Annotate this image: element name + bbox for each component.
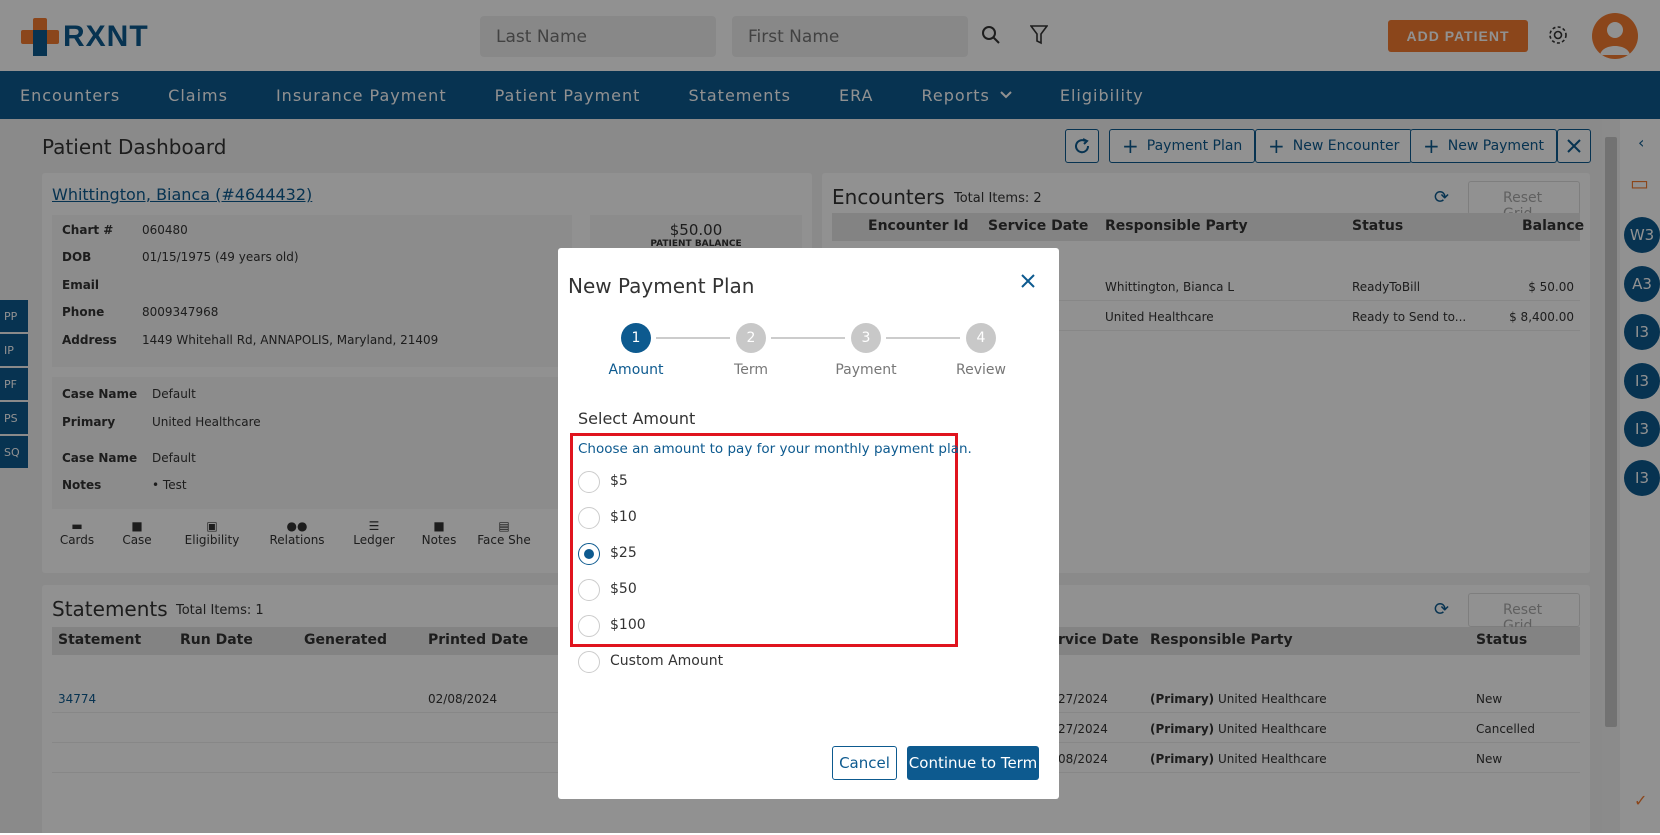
cancel-button[interactable]: Cancel (832, 746, 897, 780)
option-label: $25 (610, 545, 637, 561)
option-label: $100 (610, 617, 646, 633)
step-term: 2 Term (711, 323, 791, 378)
option-label: $50 (610, 581, 637, 597)
radio-50[interactable] (578, 579, 600, 601)
option-label: $5 (610, 473, 628, 489)
radio-5[interactable] (578, 471, 600, 493)
close-icon[interactable] (1020, 273, 1040, 293)
continue-to-term-button[interactable]: Continue to Term (907, 746, 1039, 780)
modal-title: New Payment Plan (568, 274, 755, 298)
radio-custom-amount[interactable] (578, 651, 600, 673)
section-title: Select Amount (578, 409, 696, 428)
step-amount: 1 Amount (596, 323, 676, 378)
step-review: 4 Review (941, 323, 1021, 378)
option-label: Custom Amount (610, 653, 724, 669)
option-label: $10 (610, 509, 637, 525)
instruction-text: Choose an amount to pay for your monthly… (578, 441, 972, 457)
radio-25[interactable] (578, 543, 600, 565)
radio-100[interactable] (578, 615, 600, 637)
new-payment-plan-modal: New Payment Plan 1 Amount 2 Term 3 Payme… (558, 248, 1059, 799)
radio-selected-dot (584, 549, 594, 559)
highlight-box (570, 433, 958, 647)
radio-10[interactable] (578, 507, 600, 529)
step-payment: 3 Payment (826, 323, 906, 378)
